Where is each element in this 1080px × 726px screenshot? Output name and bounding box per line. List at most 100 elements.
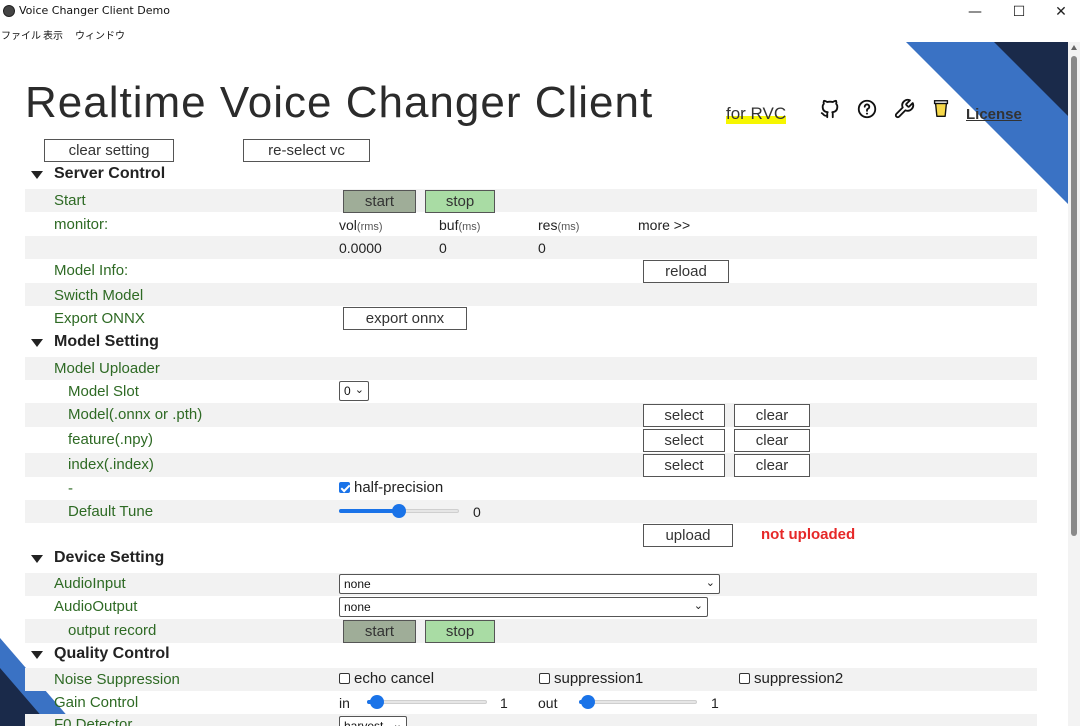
upload-button[interactable]: upload — [643, 524, 733, 547]
output-record-label: output record — [68, 622, 157, 639]
model-slot-row: Model Slot 0 ⌄ — [25, 380, 1037, 403]
close-button[interactable]: ✕ — [1039, 0, 1080, 24]
index-select-button[interactable]: select — [643, 454, 725, 477]
minimize-button[interactable]: — — [953, 0, 997, 24]
gain-out-value: 1 — [711, 695, 719, 711]
suppression1-checkbox[interactable] — [539, 673, 550, 684]
window-titlebar: Voice Changer Client Demo — ☐ ✕ — [0, 0, 1080, 24]
half-precision-row: - half-precision — [25, 477, 1037, 500]
window-title: Voice Changer Client Demo — [19, 4, 170, 17]
res-value: 0 — [538, 240, 546, 256]
default-tune-label: Default Tune — [68, 503, 154, 520]
help-icon[interactable] — [856, 98, 878, 120]
section-model-setting[interactable]: Model Setting — [25, 331, 1037, 355]
index-file-label: index(.index) — [68, 456, 154, 473]
audio-input-row: AudioInput none ⌄ — [25, 573, 1037, 596]
app-icon — [3, 5, 15, 17]
section-quality-control[interactable]: Quality Control — [25, 643, 1037, 667]
upload-status: not uploaded — [761, 526, 856, 543]
vertical-scrollbar[interactable] — [1068, 42, 1080, 726]
section-title: Model Setting — [54, 333, 159, 350]
chevron-down-icon: ⌄ — [392, 719, 402, 726]
model-info-label: Model Info: — [54, 262, 129, 279]
section-server-control[interactable]: Server Control — [25, 163, 1037, 187]
wrench-icon[interactable] — [893, 98, 915, 120]
f0-detector-select[interactable]: harvest ⌄ — [339, 716, 407, 726]
noise-suppression-label: Noise Suppression — [54, 671, 180, 688]
server-stop-button[interactable]: stop — [425, 190, 495, 213]
model-file-row: Model(.onnx or .pth) select clear — [25, 403, 1037, 427]
collapse-triangle-icon — [31, 171, 43, 179]
menubar: ファイル 表示 ウィンドウ — [0, 24, 1080, 42]
collapse-triangle-icon — [31, 339, 43, 347]
audio-output-row: AudioOutput none ⌄ — [25, 596, 1037, 619]
coffee-icon[interactable] — [930, 98, 952, 120]
index-clear-button[interactable]: clear — [734, 454, 810, 477]
feature-file-label: feature(.npy) — [68, 431, 154, 448]
vol-header: vol(rms) — [339, 217, 383, 233]
audio-input-select[interactable]: none ⌄ — [339, 574, 720, 594]
switch-model-label: Swicth Model — [54, 287, 144, 304]
menu-window[interactable]: ウィンドウ — [75, 27, 125, 42]
default-tune-slider[interactable] — [339, 504, 459, 518]
suppression2-checkbox[interactable] — [739, 673, 750, 684]
default-tune-value: 0 — [473, 504, 481, 520]
noise-suppression-row: Noise Suppression echo cancel suppressio… — [25, 668, 1037, 691]
model-clear-button[interactable]: clear — [734, 404, 810, 427]
gain-in-slider[interactable] — [367, 695, 487, 709]
echo-cancel-checkbox[interactable] — [339, 673, 350, 684]
model-uploader-row: Model Uploader — [25, 357, 1037, 380]
gain-out-label: out — [538, 695, 558, 711]
half-precision-checkbox[interactable] — [339, 482, 350, 493]
feature-clear-button[interactable]: clear — [734, 429, 810, 452]
section-title: Device Setting — [54, 549, 165, 566]
suppression2-label: suppression2 — [754, 670, 844, 687]
page-content: Realtime Voice Changer Client for RVC Li… — [0, 42, 1068, 726]
monitor-values-row: 0.0000 0 0 — [25, 236, 1037, 259]
upload-row: upload not uploaded — [25, 523, 1037, 547]
chevron-down-icon: ⌄ — [705, 577, 715, 589]
gain-control-label: Gain Control — [54, 694, 139, 711]
scroll-up-icon[interactable] — [1071, 45, 1077, 50]
gain-out-slider[interactable] — [579, 695, 697, 709]
chevron-down-icon: ⌄ — [693, 600, 703, 612]
start-row: Start start stop — [25, 189, 1037, 213]
reload-button[interactable]: reload — [643, 260, 729, 283]
default-tune-row: Default Tune 0 — [25, 500, 1037, 523]
server-start-button[interactable]: start — [343, 190, 416, 213]
f0-detector-row: F0 Detector harvest ⌄ — [25, 714, 1037, 726]
record-stop-button[interactable]: stop — [425, 620, 495, 643]
record-start-button[interactable]: start — [343, 620, 416, 643]
audio-output-select[interactable]: none ⌄ — [339, 597, 708, 617]
maximize-button[interactable]: ☐ — [997, 0, 1041, 24]
model-uploader-label: Model Uploader — [54, 360, 160, 377]
more-link[interactable]: more >> — [638, 217, 690, 233]
export-onnx-button[interactable]: export onnx — [343, 307, 467, 330]
suppression1-label: suppression1 — [554, 670, 644, 687]
gain-control-row: Gain Control in 1 out 1 — [25, 691, 1037, 714]
f0-detector-label: F0 Detector — [54, 716, 133, 726]
reselect-vc-button[interactable]: re-select vc — [243, 139, 370, 162]
model-file-label: Model(.onnx or .pth) — [68, 406, 203, 423]
monitor-row: monitor: vol(rms) buf(ms) res(ms) more >… — [25, 213, 1037, 236]
feature-file-row: feature(.npy) select clear — [25, 428, 1037, 452]
monitor-label: monitor: — [54, 216, 109, 233]
model-select-button[interactable]: select — [643, 404, 725, 427]
github-icon[interactable] — [819, 98, 841, 120]
license-link[interactable]: License — [966, 106, 1022, 123]
dash-label: - — [68, 480, 73, 497]
chevron-down-icon: ⌄ — [354, 384, 364, 396]
scroll-thumb[interactable] — [1071, 56, 1077, 536]
section-device-setting[interactable]: Device Setting — [25, 547, 1037, 571]
audio-output-label: AudioOutput — [54, 598, 138, 615]
clear-setting-button[interactable]: clear setting — [44, 139, 174, 162]
menu-file[interactable]: ファイル — [1, 27, 41, 42]
feature-select-button[interactable]: select — [643, 429, 725, 452]
buf-header: buf(ms) — [439, 217, 481, 233]
collapse-triangle-icon — [31, 555, 43, 563]
model-slot-label: Model Slot — [68, 383, 139, 400]
switch-model-row: Swicth Model — [25, 283, 1037, 306]
audio-input-label: AudioInput — [54, 575, 126, 592]
model-slot-select[interactable]: 0 ⌄ — [339, 381, 369, 401]
menu-view[interactable]: 表示 — [43, 27, 63, 42]
